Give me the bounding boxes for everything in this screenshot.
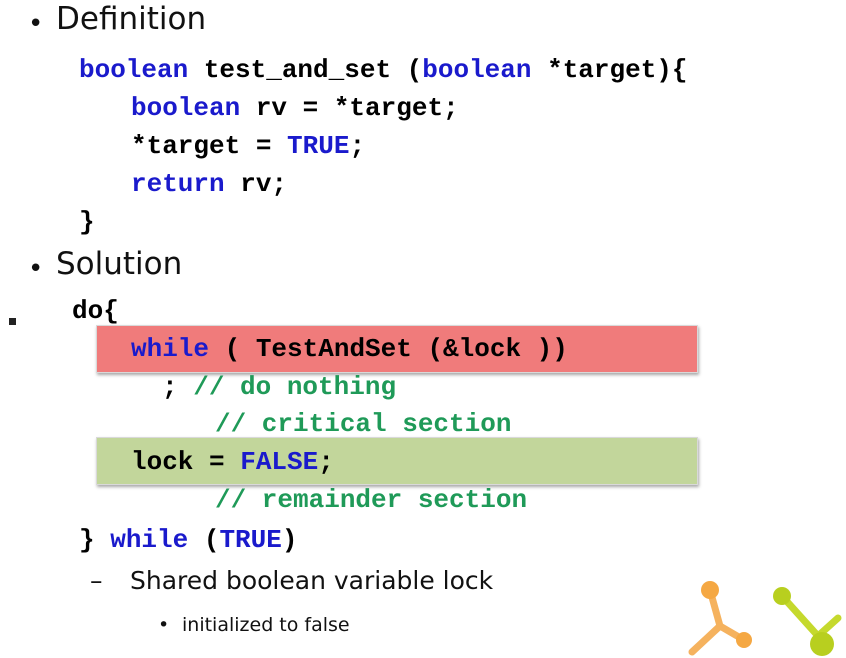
code-line-declare-rv: boolean rv = *target;	[131, 95, 459, 121]
solution-heading: Solution	[56, 246, 183, 282]
code-line-while-testandset: while ( TestAndSet (&lock ))	[131, 336, 568, 362]
initialized-note: initialized to false	[182, 614, 350, 636]
code-text: *target){	[531, 55, 688, 85]
code-keyword: boolean	[422, 55, 532, 85]
code-text: ( TestAndSet (&lock ))	[209, 334, 568, 364]
code-keyword: FALSE	[240, 447, 319, 477]
code-keyword: boolean	[79, 55, 189, 85]
code-text: (	[188, 525, 220, 555]
molecule-logo-icon	[688, 581, 842, 656]
code-line-set-target: *target = TRUE;	[131, 133, 365, 159]
code-text: ;	[318, 447, 334, 477]
code-text: test_and_set (	[188, 55, 423, 85]
code-text: *target =	[131, 131, 288, 161]
shared-variable-note: Shared boolean variable lock	[130, 566, 494, 595]
code-comment-critical-section: // critical section	[215, 409, 512, 439]
code-line-lock-false: lock = FALSE;	[131, 449, 334, 475]
code-line-signature: boolean test_and_set (boolean *target){	[79, 57, 688, 83]
square-marker-icon	[9, 318, 16, 325]
bullet-dot-icon: •	[28, 9, 44, 39]
code-line-do: do{	[72, 296, 119, 326]
code-text: )	[281, 525, 298, 555]
code-text: lock =	[131, 447, 241, 477]
code-comment: // do nothing	[193, 372, 397, 402]
code-line-return: return rv;	[131, 171, 287, 197]
code-keyword: while	[131, 334, 210, 364]
code-line-do-nothing: ; // do nothing	[162, 374, 396, 400]
code-text: }	[79, 525, 111, 555]
code-keyword: boolean	[131, 93, 241, 123]
code-keyword: return	[131, 169, 225, 199]
code-line-while-true: } while (TRUE)	[79, 527, 297, 553]
definition-heading: Definition	[56, 1, 207, 37]
sub-bullet-dot-icon: •	[158, 614, 170, 636]
code-keyword: while	[110, 525, 189, 555]
code-text: rv = *target;	[240, 93, 459, 123]
code-text: ;	[162, 372, 178, 402]
code-line-close-brace: }	[79, 207, 95, 237]
code-text: ;	[349, 131, 366, 161]
code-comment-remainder-section: // remainder section	[215, 485, 528, 515]
dash-marker: –	[90, 566, 103, 595]
code-text: rv;	[224, 169, 288, 199]
code-keyword: TRUE	[287, 131, 350, 161]
bullet-dot-icon: •	[28, 254, 44, 284]
code-keyword: TRUE	[219, 525, 282, 555]
